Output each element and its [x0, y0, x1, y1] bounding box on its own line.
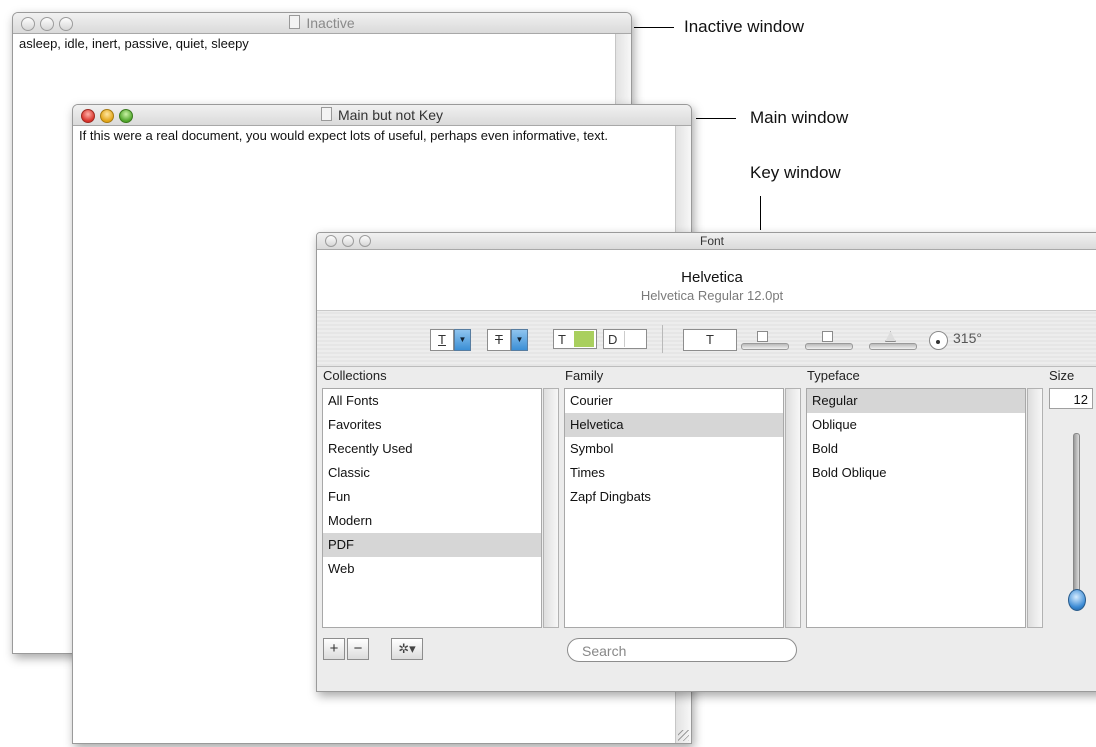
collection-item[interactable]: Modern [323, 509, 541, 533]
effects-toolbar: T ▼ T ▼ T D T 315° [317, 311, 1096, 367]
typeface-item[interactable]: Oblique [807, 413, 1025, 437]
search-input[interactable]: Search [567, 638, 797, 662]
family-item[interactable]: Helvetica [565, 413, 783, 437]
main-callout-label: Main window [750, 108, 849, 127]
key-callout-line [760, 196, 761, 230]
shadow-offset-slider[interactable] [869, 343, 917, 350]
family-item[interactable]: Times [565, 461, 783, 485]
size-field[interactable]: 12 [1049, 388, 1093, 409]
family-item[interactable]: Symbol [565, 437, 783, 461]
size-slider-knob[interactable] [1068, 589, 1086, 611]
rotation-dial-icon[interactable] [929, 331, 948, 350]
typeface-item[interactable]: Regular [807, 389, 1025, 413]
shadow-opacity-slider[interactable] [741, 343, 789, 350]
gear-icon[interactable]: ✲▾ [391, 638, 423, 660]
inactive-document-text[interactable]: asleep, idle, inert, passive, quiet, sle… [13, 34, 631, 54]
document-icon: D [608, 332, 618, 347]
typeface-item[interactable]: Bold [807, 437, 1025, 461]
window-title-text: Main but not Key [337, 107, 444, 123]
underline-menu-chevron-down-icon[interactable]: ▼ [454, 329, 471, 351]
resize-grip-icon[interactable] [678, 730, 689, 741]
main-titlebar[interactable]: Main but not Key [73, 105, 691, 126]
strikethrough-menu-chevron-down-icon[interactable]: ▼ [511, 329, 528, 351]
document-icon [320, 107, 332, 121]
collection-item[interactable]: Fun [323, 485, 541, 509]
main-callout-line [696, 118, 736, 119]
family-header: Family [565, 368, 604, 383]
underline-button[interactable]: T [430, 329, 454, 351]
family-item[interactable]: Courier [565, 389, 783, 413]
text-color-swatch [574, 331, 594, 347]
window-title-text: Inactive [306, 15, 355, 31]
key-callout-label: Key window [750, 163, 841, 182]
family-list[interactable]: Courier Helvetica Symbol Times Zapf Dingbats [564, 388, 784, 628]
main-title: Main but not Key [73, 107, 691, 123]
family-scrollbar[interactable] [785, 388, 801, 628]
typeface-header: Typeface [807, 368, 860, 383]
font-description: Helvetica Regular 12.0pt [640, 288, 784, 303]
toolbar-separator [662, 325, 663, 353]
shadow-button[interactable]: T [683, 329, 737, 351]
size-header: Size [1049, 368, 1075, 383]
collection-item[interactable]: Favorites [323, 413, 541, 437]
shadow-blur-slider[interactable] [805, 343, 853, 350]
shadow-opacity-knob[interactable] [757, 331, 768, 342]
text-color-button[interactable]: T [553, 329, 597, 349]
document-color-button[interactable]: D [603, 329, 647, 349]
collections-header: Collections [323, 368, 387, 383]
shadow-offset-knob[interactable] [885, 331, 896, 342]
size-slider[interactable] [1073, 433, 1080, 605]
rotation-value: 315° [953, 330, 982, 346]
remove-collection-button[interactable]: − [347, 638, 369, 660]
font-panel-title: Font [699, 234, 724, 248]
text-color-glyph: T [558, 332, 566, 347]
main-document-text[interactable]: If this were a real document, you would … [73, 126, 625, 146]
document-icon [289, 15, 301, 29]
family-item[interactable]: Zapf Dingbats [565, 485, 783, 509]
collection-item[interactable]: Recently Used [323, 437, 541, 461]
font-panel-window[interactable]: Font Helvetica Helvetica Regular 12.0pt … [316, 232, 1096, 692]
typeface-list[interactable]: Regular Oblique Bold Bold Oblique [806, 388, 1026, 628]
inactive-title: Inactive [13, 15, 631, 31]
collection-item[interactable]: PDF [323, 533, 541, 557]
collection-item[interactable]: Web [323, 557, 541, 581]
strikethrough-button[interactable]: T [487, 329, 511, 351]
inactive-titlebar[interactable]: Inactive [13, 13, 631, 34]
typeface-scrollbar[interactable] [1027, 388, 1043, 628]
collections-scrollbar[interactable] [543, 388, 559, 628]
collection-item[interactable]: Classic [323, 461, 541, 485]
collections-list[interactable]: All Fonts Favorites Recently Used Classic Fu… [322, 388, 542, 628]
font-panel-footer: + − ✲▾ Search [317, 628, 1096, 678]
inactive-callout-label: Inactive window [684, 17, 805, 36]
font-preview: Helvetica Helvetica Regular 12.0pt [317, 250, 1096, 311]
font-name: Helvetica [681, 269, 743, 286]
collection-item[interactable]: All Fonts [323, 389, 541, 413]
typeface-item[interactable]: Bold Oblique [807, 461, 1025, 485]
add-collection-button[interactable]: + [323, 638, 345, 660]
font-panel-titlebar[interactable]: Font [317, 233, 1096, 250]
inactive-callout-line [634, 27, 674, 28]
shadow-blur-knob[interactable] [822, 331, 833, 342]
document-color-swatch [624, 331, 645, 347]
